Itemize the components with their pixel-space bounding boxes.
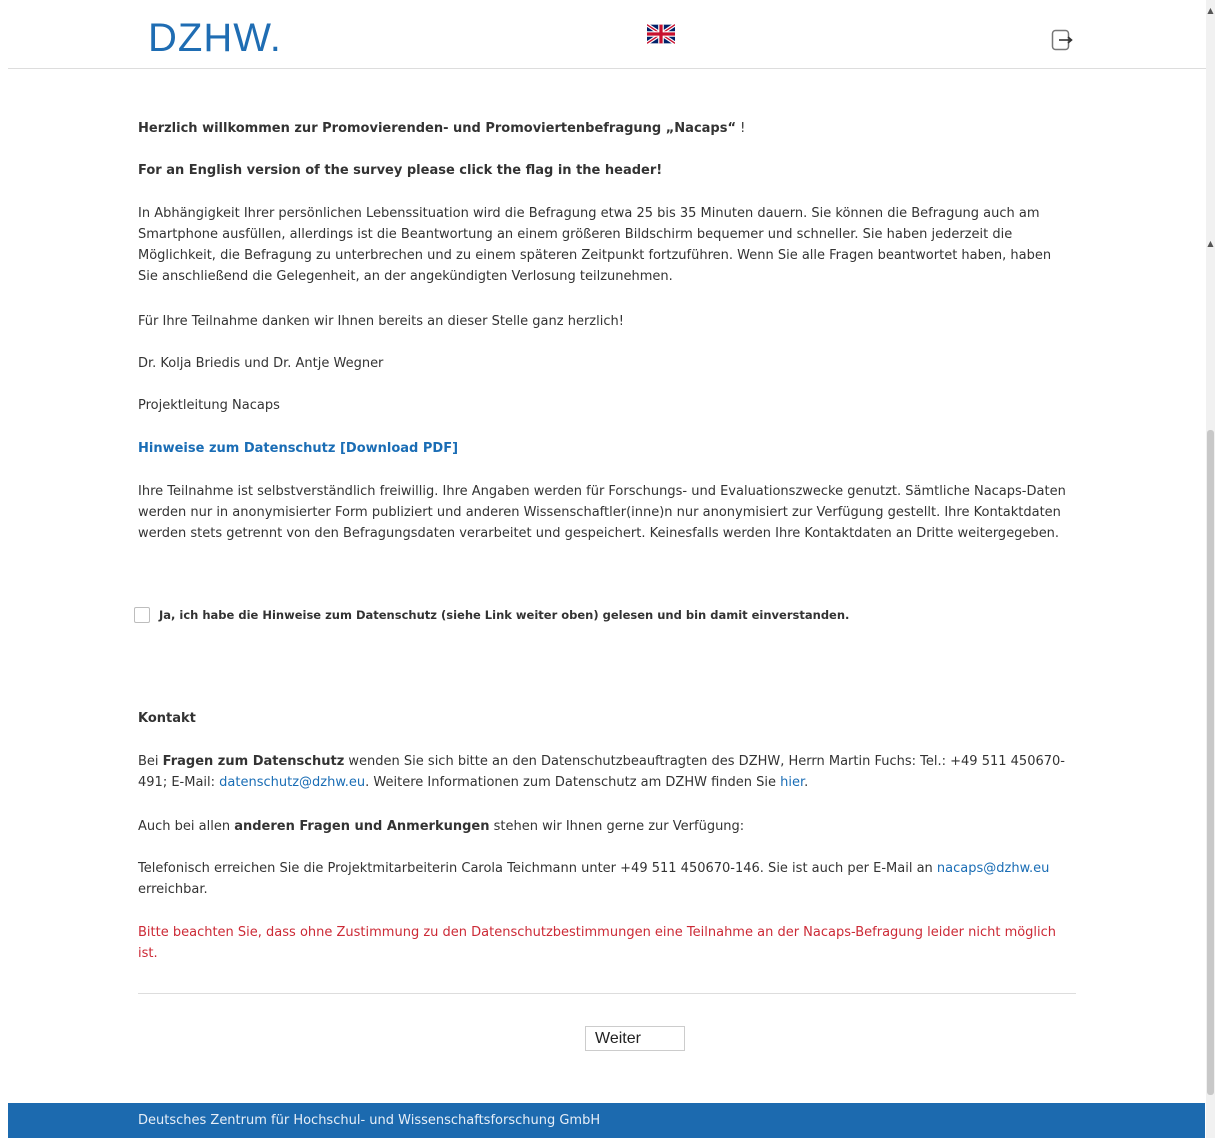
scrollbar[interactable]: ▲ ▲ (1206, 0, 1215, 1138)
page-header: DZHW. (8, 0, 1206, 69)
signature-names: Dr. Kolja Briedis und Dr. Antje Wegner (138, 356, 384, 371)
footer-text: Deutsches Zentrum für Hochschul- und Wis… (138, 1113, 601, 1128)
consent-label[interactable]: Ja, ich habe die Hinweise zum Datenschut… (159, 605, 849, 626)
duration-text: In Abhängigkeit Ihrer persönlichen Leben… (138, 206, 1052, 284)
consent-row[interactable]: Ja, ich habe die Hinweise zum Datenschut… (134, 606, 849, 624)
consent-warning: Bitte beachten Sie, dass ohne Zustimmung… (138, 925, 1057, 961)
other-questions: Auch bei allen anderen Fragen und Anmerk… (138, 819, 745, 834)
phone-contact: Telefonisch erreichen Sie die Projektmit… (138, 861, 1050, 897)
data-protection-contact: Bei Fragen zum Datenschutz wenden Sie si… (138, 754, 1065, 790)
contact-heading: Kontakt (138, 711, 196, 726)
privacy-pdf-link[interactable]: Hinweise zum Datenschutz [Download PDF] (138, 438, 1073, 459)
next-button[interactable]: Weiter (585, 1026, 685, 1051)
page-footer: Deutsches Zentrum für Hochschul- und Wis… (8, 1103, 1205, 1138)
english-note: For an English version of the survey ple… (138, 163, 663, 178)
dp-info-link[interactable]: hier (780, 775, 804, 790)
thanks-text: Für Ihre Teilnahme danken wir Ihnen bere… (138, 314, 624, 329)
scrollbar-thumb[interactable] (1207, 430, 1214, 1095)
signature-role: Projektleitung Nacaps (138, 398, 280, 413)
nacaps-email-link[interactable]: nacaps@dzhw.eu (937, 861, 1049, 876)
privacy-text: Ihre Teilnahme ist selbstverständlich fr… (138, 484, 1066, 541)
logout-icon[interactable] (1051, 29, 1073, 51)
divider (138, 993, 1076, 994)
scroll-up-icon[interactable]: ▲ (1206, 6, 1215, 15)
dp-email-link[interactable]: datenschutz@dzhw.eu (219, 775, 365, 790)
scroll-marker-icon: ▲ (1207, 239, 1214, 248)
welcome-heading: Herzlich willkommen zur Promovierenden- … (138, 121, 746, 136)
dzhw-logo[interactable]: DZHW. (148, 16, 282, 60)
uk-flag-icon[interactable] (647, 24, 675, 44)
consent-checkbox[interactable] (134, 607, 150, 623)
